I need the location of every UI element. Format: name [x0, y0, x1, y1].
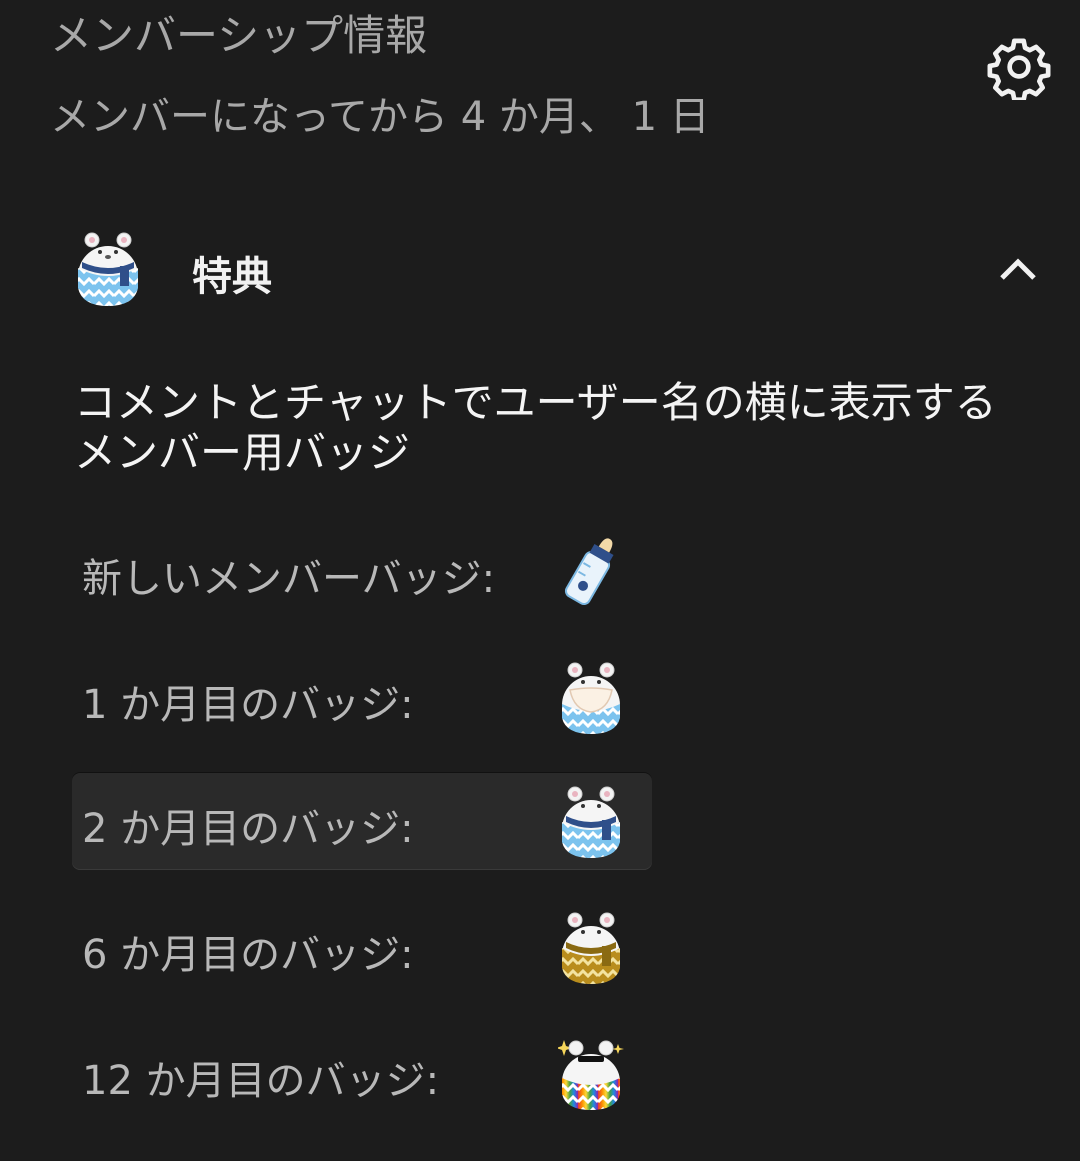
- badge-row-12-month: 12 か月目のバッジ:: [72, 1024, 652, 1122]
- bear-blue-scarf-icon: [78, 232, 138, 306]
- badge-row-2-month[interactable]: 2 か月目のバッジ:: [72, 772, 652, 870]
- badge-label: 1 か月目のバッジ:: [82, 682, 414, 728]
- chevron-up-icon[interactable]: [994, 248, 1042, 288]
- membership-duration: メンバーになってから 4 か月、 1 日: [50, 94, 710, 140]
- badge-label: 6 か月目のバッジ:: [82, 932, 414, 978]
- perk-description: コメントとチャットでユーザー名の横に表示するメンバー用バッジ: [74, 378, 997, 477]
- badge-label: 新しいメンバーバッジ:: [82, 556, 496, 602]
- bear-gold-badge-icon: [562, 912, 620, 984]
- bear-bib-badge-icon: [562, 662, 620, 734]
- baby-bottle-badge-icon: [564, 538, 614, 606]
- badge-row-new-member: 新しいメンバーバッジ:: [72, 522, 652, 620]
- badge-label: 2 か月目のバッジ:: [82, 806, 414, 852]
- gear-icon[interactable]: [986, 34, 1052, 100]
- bear-blue-scarf-badge-icon: [562, 786, 620, 858]
- badge-row-6-month: 6 か月目のバッジ:: [72, 898, 652, 996]
- page-title: メンバーシップ情報: [50, 11, 428, 60]
- badge-row-1-month: 1 か月目のバッジ:: [72, 648, 652, 746]
- perks-section-header[interactable]: 特典: [74, 224, 1054, 312]
- bear-rainbow-badge-icon: [558, 1040, 624, 1110]
- perks-label: 特典: [192, 254, 272, 300]
- badge-label: 12 か月目のバッジ:: [82, 1058, 440, 1104]
